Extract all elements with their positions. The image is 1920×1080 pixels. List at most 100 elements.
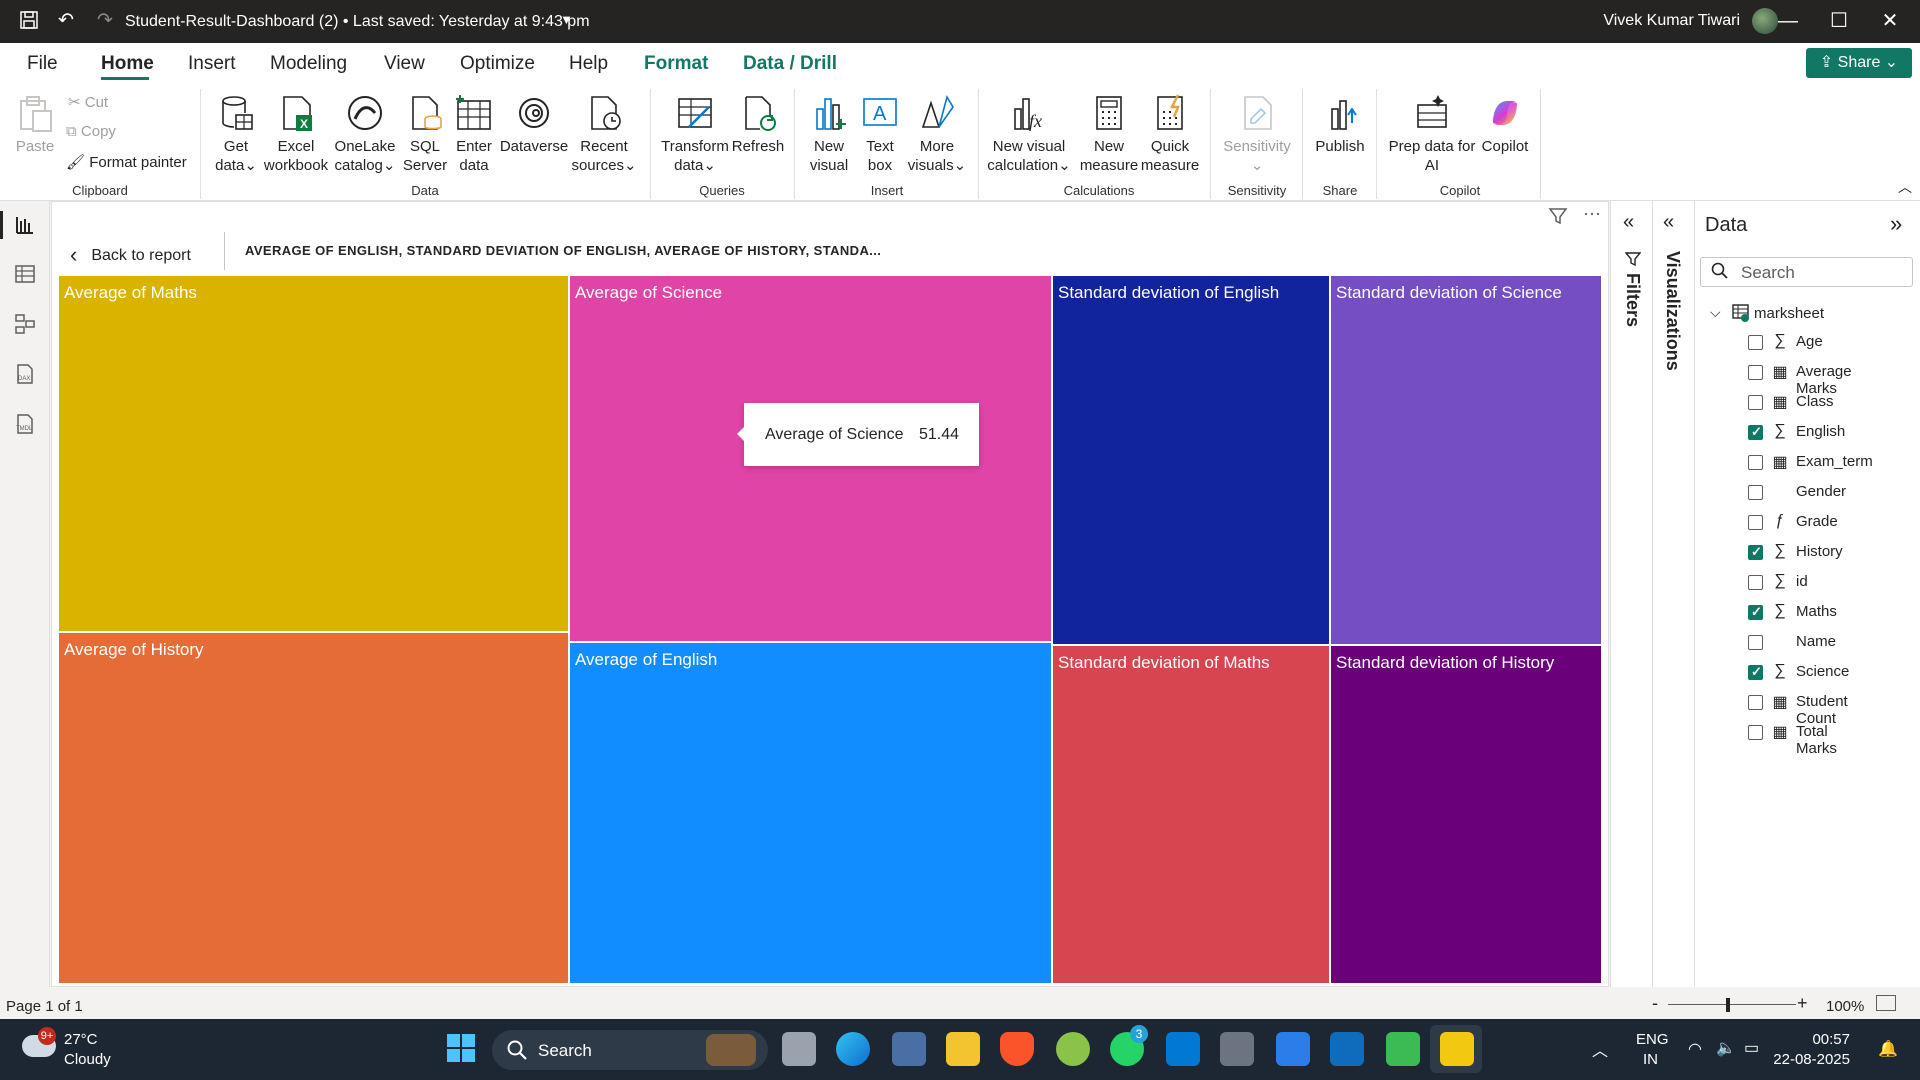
treemap-tile[interactable]: Standard deviation of Maths	[1052, 645, 1330, 984]
weather-desc[interactable]: Cloudy	[64, 1051, 111, 1068]
chevron-up-icon[interactable]: ︿	[1592, 1037, 1608, 1061]
back-to-report-link[interactable]: ‹ Back to report	[70, 242, 191, 268]
dataverse-button[interactable]: Dataverse	[498, 93, 570, 156]
cube-app-icon[interactable]	[1220, 1032, 1254, 1066]
battery-icon[interactable]: ▭	[1744, 1038, 1759, 1058]
treemap-tile[interactable]: Standard deviation of History	[1330, 645, 1602, 984]
field-checkbox[interactable]	[1748, 395, 1763, 410]
task-view-icon[interactable]	[782, 1032, 816, 1066]
tab-file[interactable]: File	[27, 53, 58, 75]
undo-icon[interactable]: ↶	[55, 10, 77, 32]
refresh-button[interactable]: Refresh	[730, 93, 786, 156]
document-title[interactable]: Student-Result-Dashboard (2) • Last save…	[125, 13, 590, 31]
save-icon[interactable]	[18, 10, 40, 32]
tab-insert[interactable]: Insert	[188, 53, 236, 75]
transform-data-button[interactable]: Transform data⌄	[660, 93, 730, 175]
treemap-tile[interactable]: Average of Maths	[58, 275, 569, 632]
field-checkbox[interactable]	[1748, 544, 1763, 560]
zoom-slider[interactable]	[1668, 1004, 1796, 1005]
tab-format[interactable]: Format	[644, 53, 708, 75]
field-checkbox[interactable]	[1748, 485, 1763, 500]
treemap-tile[interactable]: Average of English	[569, 642, 1052, 984]
collapse-ribbon-icon[interactable]: ︿	[1898, 177, 1912, 197]
table-view-icon[interactable]	[12, 263, 38, 289]
field-checkbox[interactable]	[1748, 664, 1763, 680]
new-visual-calculation-button[interactable]: fx New visual calculation⌄	[986, 93, 1072, 175]
publish-button[interactable]: Publish	[1310, 93, 1370, 156]
treemap-tile[interactable]: Standard deviation of English	[1052, 275, 1330, 645]
fit-to-page-icon[interactable]	[1876, 995, 1896, 1011]
chevron-down-icon[interactable]: ⌵	[1710, 304, 1721, 321]
filter-icon[interactable]	[1548, 206, 1568, 231]
recent-sources-button[interactable]: Recent sources⌄	[570, 93, 638, 175]
more-options-icon[interactable]: ⋯	[1583, 204, 1601, 225]
node-icon[interactable]	[1386, 1032, 1420, 1066]
treemap-visual[interactable]: Average of Maths Average of History Aver…	[58, 275, 1602, 984]
field-checkbox[interactable]	[1748, 515, 1763, 530]
more-visuals-button[interactable]: More visuals⌄	[906, 93, 968, 175]
field-checkbox[interactable]	[1748, 575, 1763, 590]
user-name[interactable]: Vivek Kumar Tiwari	[1603, 12, 1740, 30]
app-icon[interactable]	[1276, 1032, 1310, 1066]
onelake-catalog-button[interactable]: OneLake catalog⌄	[332, 93, 398, 175]
filters-pane[interactable]: « Filters	[1610, 201, 1652, 987]
tab-optimize[interactable]: Optimize	[460, 53, 535, 75]
zoom-in-icon[interactable]: +	[1797, 993, 1808, 1014]
visualizations-pane[interactable]: « Visualizations	[1652, 201, 1694, 987]
data-search-input[interactable]: Search	[1700, 257, 1913, 287]
field-checkbox[interactable]	[1748, 365, 1763, 380]
volume-icon[interactable]: 🔈	[1716, 1038, 1736, 1058]
title-dropdown-icon[interactable]: ▼	[560, 12, 573, 27]
taskbar-search[interactable]: Search	[492, 1030, 768, 1070]
field-checkbox[interactable]	[1748, 635, 1763, 650]
tab-help[interactable]: Help	[569, 53, 608, 75]
windows-start-icon[interactable]	[446, 1033, 476, 1068]
language-secondary[interactable]: IN	[1643, 1051, 1658, 1068]
tab-home[interactable]: Home	[101, 53, 154, 75]
field-checkbox[interactable]	[1748, 335, 1763, 350]
clock-date[interactable]: 22-08-2025	[1770, 1051, 1850, 1068]
dax-query-view-icon[interactable]: DAX	[12, 363, 38, 389]
model-view-icon[interactable]	[12, 313, 38, 339]
new-measure-button[interactable]: New measure	[1074, 93, 1144, 175]
weather-temp[interactable]: 27°C	[64, 1031, 98, 1048]
tab-view[interactable]: View	[384, 53, 425, 75]
report-view-icon[interactable]	[12, 213, 38, 239]
field-checkbox[interactable]	[1748, 725, 1763, 740]
file-explorer-icon[interactable]	[946, 1032, 980, 1066]
format-painter-button[interactable]: 🖌 Format painter	[66, 153, 187, 171]
language-primary[interactable]: ENG	[1636, 1031, 1669, 1048]
brave-icon[interactable]	[1000, 1032, 1034, 1066]
power-bi-icon[interactable]	[1440, 1032, 1474, 1066]
zoom-out-icon[interactable]: -	[1652, 993, 1658, 1014]
treemap-tile[interactable]: Standard deviation of Science	[1330, 275, 1602, 645]
enter-data-button[interactable]: Enter data	[452, 93, 496, 175]
collapse-filters-icon[interactable]: «	[1623, 211, 1634, 234]
field-checkbox[interactable]	[1748, 604, 1763, 620]
field-checkbox[interactable]	[1748, 695, 1763, 710]
wifi-icon[interactable]: ◠	[1688, 1039, 1702, 1059]
clock-time[interactable]: 00:57	[1800, 1031, 1850, 1048]
close-icon[interactable]: ✕	[1860, 0, 1920, 43]
outlook-icon[interactable]	[1330, 1032, 1364, 1066]
filters-label[interactable]: Filters	[1622, 273, 1643, 327]
new-visual-button[interactable]: New visual	[804, 93, 854, 175]
get-data-button[interactable]: Get data⌄	[208, 93, 264, 175]
share-button[interactable]: ⇪ Share ⌄	[1806, 48, 1912, 78]
collapse-visualizations-icon[interactable]: «	[1663, 211, 1674, 234]
tab-data-drill[interactable]: Data / Drill	[743, 53, 837, 75]
text-box-button[interactable]: A Text box	[856, 93, 904, 175]
field-checkbox[interactable]	[1748, 455, 1763, 470]
expand-data-pane-icon[interactable]: »	[1890, 211, 1902, 237]
table-name-marksheet[interactable]: marksheet	[1754, 305, 1824, 322]
quick-measure-button[interactable]: Quick measure	[1140, 93, 1200, 175]
calculator-app-icon[interactable]	[892, 1032, 926, 1066]
tmdl-view-icon[interactable]: TMDL	[12, 413, 38, 439]
excel-workbook-button[interactable]: X Excel workbook	[262, 93, 330, 175]
zoom-slider-handle[interactable]	[1726, 998, 1730, 1012]
vscode-icon[interactable]	[1166, 1032, 1200, 1066]
cloud-app-icon[interactable]	[1056, 1032, 1090, 1066]
prep-data-for-ai-button[interactable]: Prep data for AI	[1384, 93, 1480, 175]
notification-icon[interactable]: 🔔	[1878, 1039, 1898, 1059]
sql-server-button[interactable]: SQL Server	[400, 93, 450, 175]
